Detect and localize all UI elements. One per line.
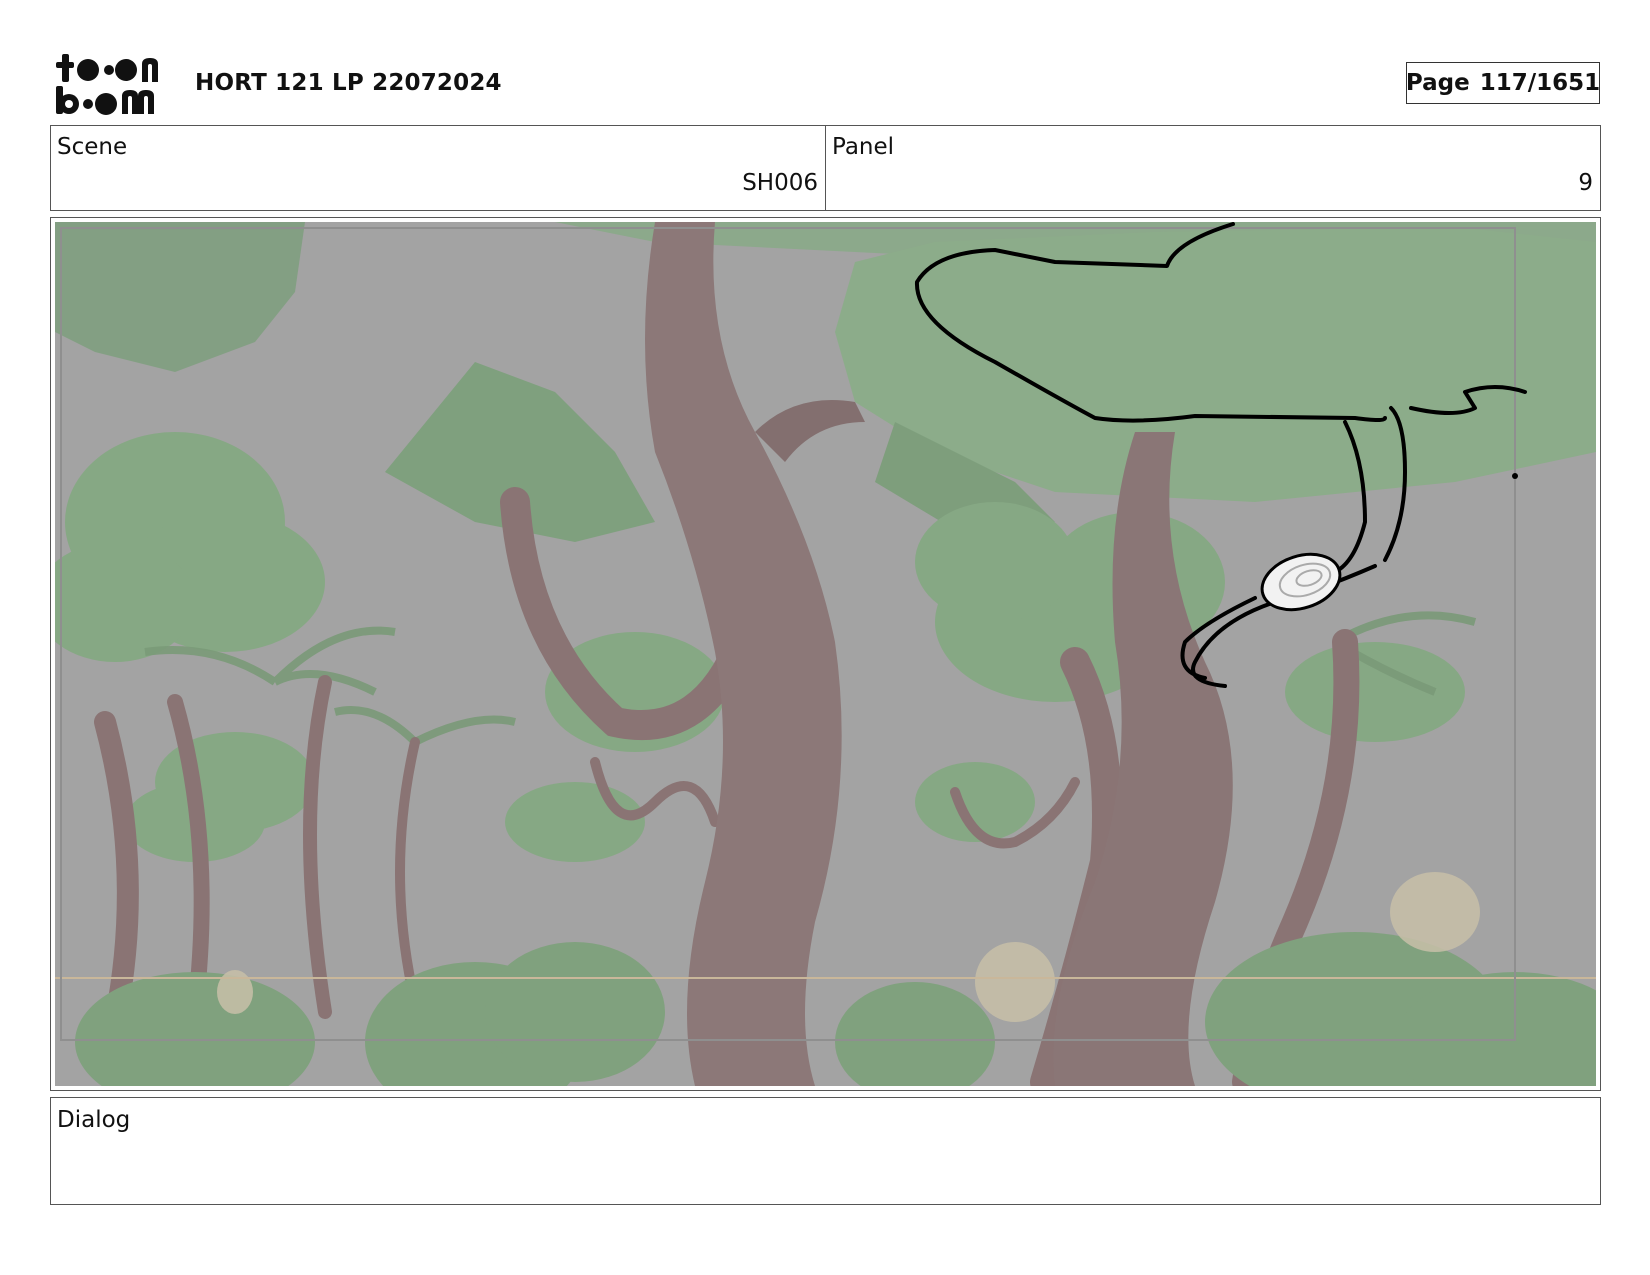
project-title: HORT 121 LP 22072024 — [195, 70, 502, 96]
toon-boom-logo — [54, 52, 172, 116]
page-number: 117/1651 — [1479, 70, 1601, 96]
panel-cell: Panel 9 — [825, 126, 1600, 210]
jungle-scene-illustration — [55, 222, 1596, 1086]
panel-artwork — [55, 222, 1596, 1086]
page-label: Page — [1405, 70, 1470, 96]
dialog-label: Dialog — [57, 1107, 131, 1133]
scene-cell: Scene SH006 — [51, 126, 825, 210]
dialog-box: Dialog — [50, 1097, 1601, 1205]
page-indicator: Page 117/1651 — [1406, 62, 1600, 104]
scene-value: SH006 — [742, 170, 818, 196]
scene-label: Scene — [57, 134, 128, 160]
scene-panel-info: Scene SH006 Panel 9 — [50, 125, 1601, 211]
storyboard-panel — [50, 217, 1601, 1091]
panel-value: 9 — [1578, 170, 1593, 196]
panel-label: Panel — [832, 134, 895, 160]
toon-boom-logo-mark — [56, 54, 158, 115]
